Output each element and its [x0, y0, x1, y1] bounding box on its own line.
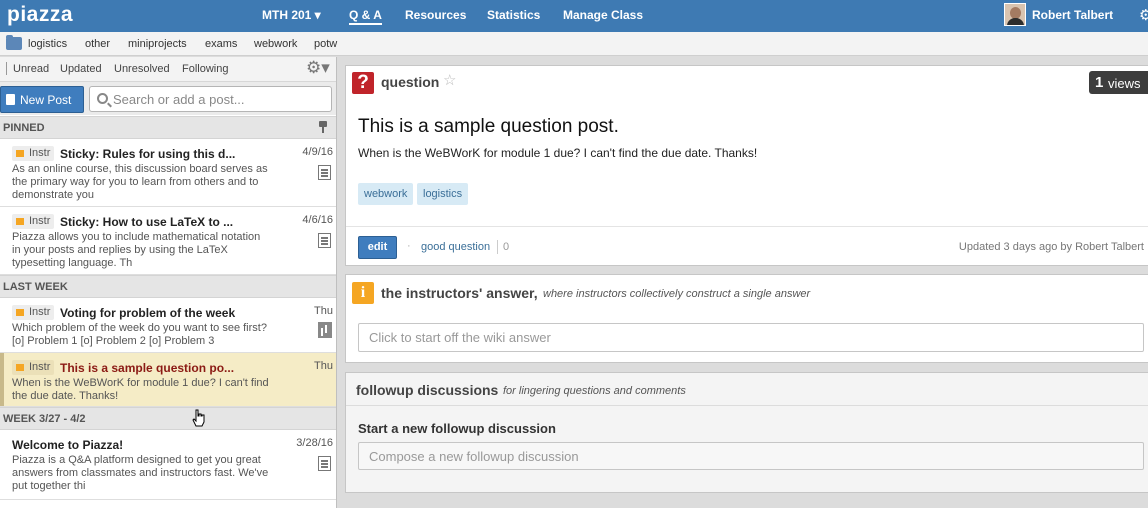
post-title: Sticky: How to use LaTeX to ... — [60, 215, 234, 229]
tag-logistics[interactable]: logistics — [417, 183, 469, 205]
separator-dot: · — [407, 240, 411, 252]
post-item-selected[interactable]: Instr This is a sample question po... Th… — [0, 353, 336, 407]
question-mark-icon: ? — [352, 72, 374, 94]
post-title: Voting for problem of the week — [60, 306, 236, 320]
star-icon[interactable]: ☆ — [443, 71, 456, 89]
tag-webwork[interactable]: webwork — [358, 183, 414, 205]
post-date: 4/6/16 — [302, 214, 333, 226]
folder-exams[interactable]: exams — [205, 38, 237, 50]
nav-resources[interactable]: Resources — [405, 8, 466, 22]
group-header-pinned[interactable]: PINNED — [0, 116, 336, 139]
post-item[interactable]: Instr Voting for problem of the week Thu… — [0, 298, 336, 353]
views-count: 1 — [1095, 74, 1104, 91]
separator — [497, 240, 498, 254]
settings-gear-icon[interactable]: ⚙ — [1139, 6, 1148, 24]
instructors-answer-card: i the instructors' answer, where instruc… — [345, 274, 1148, 363]
nav-class-dropdown[interactable]: MTH 201 ▾ — [262, 8, 321, 22]
post-snippet: Piazza allows you to include mathematica… — [12, 231, 261, 269]
folder-webwork[interactable]: webwork — [254, 38, 297, 50]
filter-unread[interactable]: Unread — [13, 63, 49, 75]
filter-updated[interactable]: Updated — [60, 63, 102, 75]
note-icon — [318, 456, 331, 471]
new-post-label: New Post — [20, 93, 72, 107]
group-title: PINNED — [3, 122, 45, 134]
note-icon — [318, 165, 331, 180]
group-title: WEEK 3/27 - 4/2 — [3, 413, 86, 425]
post-date: Thu — [314, 305, 333, 317]
question-card: ? question ☆ 1 views This is a sample qu… — [345, 65, 1148, 266]
followup-start-label: Start a new followup discussion — [358, 421, 556, 436]
group-header-week[interactable]: WEEK 3/27 - 4/2 — [0, 407, 336, 430]
post-snippet: Piazza is a Q&A platform designed to get… — [12, 454, 269, 492]
post-item[interactable]: Instr Sticky: Rules for using this d... … — [0, 139, 336, 207]
post-title: Welcome to Piazza! — [12, 438, 124, 452]
instructor-tag: Instr — [12, 360, 55, 375]
post-date: 3/28/16 — [296, 437, 333, 449]
question-type-label: question — [381, 74, 440, 90]
edit-button[interactable]: edit — [358, 236, 397, 259]
answer-title: the instructors' answer, — [381, 285, 538, 301]
nav-statistics[interactable]: Statistics — [487, 8, 540, 22]
folder-bar: logistics other miniprojects exams webwo… — [0, 32, 1148, 56]
post-snippet: When is the WeBWorK for module 1 due? I … — [12, 377, 269, 402]
post-title: Sticky: Rules for using this d... — [60, 147, 236, 161]
question-title: This is a sample question post. — [358, 116, 619, 137]
pin-icon — [318, 121, 328, 133]
post-snippet: Which problem of the week do you want to… — [12, 322, 267, 347]
post-date: Thu — [314, 360, 333, 372]
followup-card: followup discussions for lingering quest… — [345, 372, 1148, 493]
instructor-tag: Instr — [12, 214, 55, 229]
views-badge: 1 views — [1089, 71, 1148, 94]
post-date: 4/9/16 — [302, 146, 333, 158]
poll-icon — [318, 322, 332, 338]
folder-miniprojects[interactable]: miniprojects — [128, 38, 187, 50]
post-snippet: As an online course, this discussion boa… — [12, 163, 268, 201]
feed-settings-gear-icon[interactable]: ⚙▾ — [306, 58, 330, 78]
wiki-answer-input[interactable] — [358, 323, 1144, 352]
document-icon — [6, 94, 15, 105]
search-input[interactable] — [113, 90, 328, 108]
answer-subtitle: where instructors collectively construct… — [543, 288, 811, 300]
filter-following[interactable]: Following — [182, 63, 228, 75]
views-label: views — [1108, 76, 1141, 91]
group-title: LAST WEEK — [3, 281, 68, 293]
search-box[interactable] — [89, 86, 332, 112]
info-icon: i — [352, 282, 374, 304]
folder-logistics[interactable]: logistics — [28, 38, 67, 50]
feed-panel: Unread Updated Unresolved Following ⚙▾ N… — [0, 57, 337, 508]
post-title: This is a sample question po... — [60, 361, 235, 375]
post-item[interactable]: Instr Sticky: How to use LaTeX to ... 4/… — [0, 207, 336, 275]
user-avatar[interactable] — [1004, 3, 1026, 26]
divider — [346, 226, 1148, 227]
search-icon — [97, 93, 108, 104]
filter-separator — [6, 62, 7, 75]
instructor-tag: Instr — [12, 146, 55, 161]
nav-manage-class[interactable]: Manage Class — [563, 8, 643, 22]
followup-input[interactable] — [358, 442, 1144, 470]
filter-unresolved[interactable]: Unresolved — [114, 63, 170, 75]
top-navigation-bar: piazza MTH 201 ▾ Q & A Resources Statist… — [0, 0, 1148, 32]
followup-header: followup discussions for lingering quest… — [346, 373, 1148, 406]
note-icon — [318, 233, 331, 248]
followup-title: followup discussions — [356, 382, 499, 398]
post-item[interactable]: Welcome to Piazza! 3/28/16 Piazza is a Q… — [0, 430, 336, 500]
updated-text: Updated 3 days ago by Robert Talbert — [958, 241, 1144, 253]
nav-qa[interactable]: Q & A — [349, 8, 382, 25]
hand-cursor-icon — [192, 409, 205, 427]
folder-icon[interactable] — [6, 35, 22, 50]
filter-bar: Unread Updated Unresolved Following ⚙▾ — [0, 57, 336, 82]
piazza-logo[interactable]: piazza — [7, 3, 73, 27]
group-header-last-week[interactable]: LAST WEEK — [0, 275, 336, 298]
user-name[interactable]: Robert Talbert — [1032, 8, 1113, 22]
new-post-button[interactable]: New Post — [0, 86, 84, 113]
good-question-count: 0 — [503, 241, 510, 253]
good-question-link[interactable]: good question — [421, 241, 490, 253]
instructor-tag: Instr — [12, 305, 55, 320]
question-body: When is the WeBWorK for module 1 due? I … — [358, 146, 758, 160]
folder-potw[interactable]: potw — [314, 38, 337, 50]
folder-other[interactable]: other — [85, 38, 110, 50]
feed-toolbar: New Post — [0, 82, 336, 115]
followup-subtitle: for lingering questions and comments — [503, 385, 686, 397]
